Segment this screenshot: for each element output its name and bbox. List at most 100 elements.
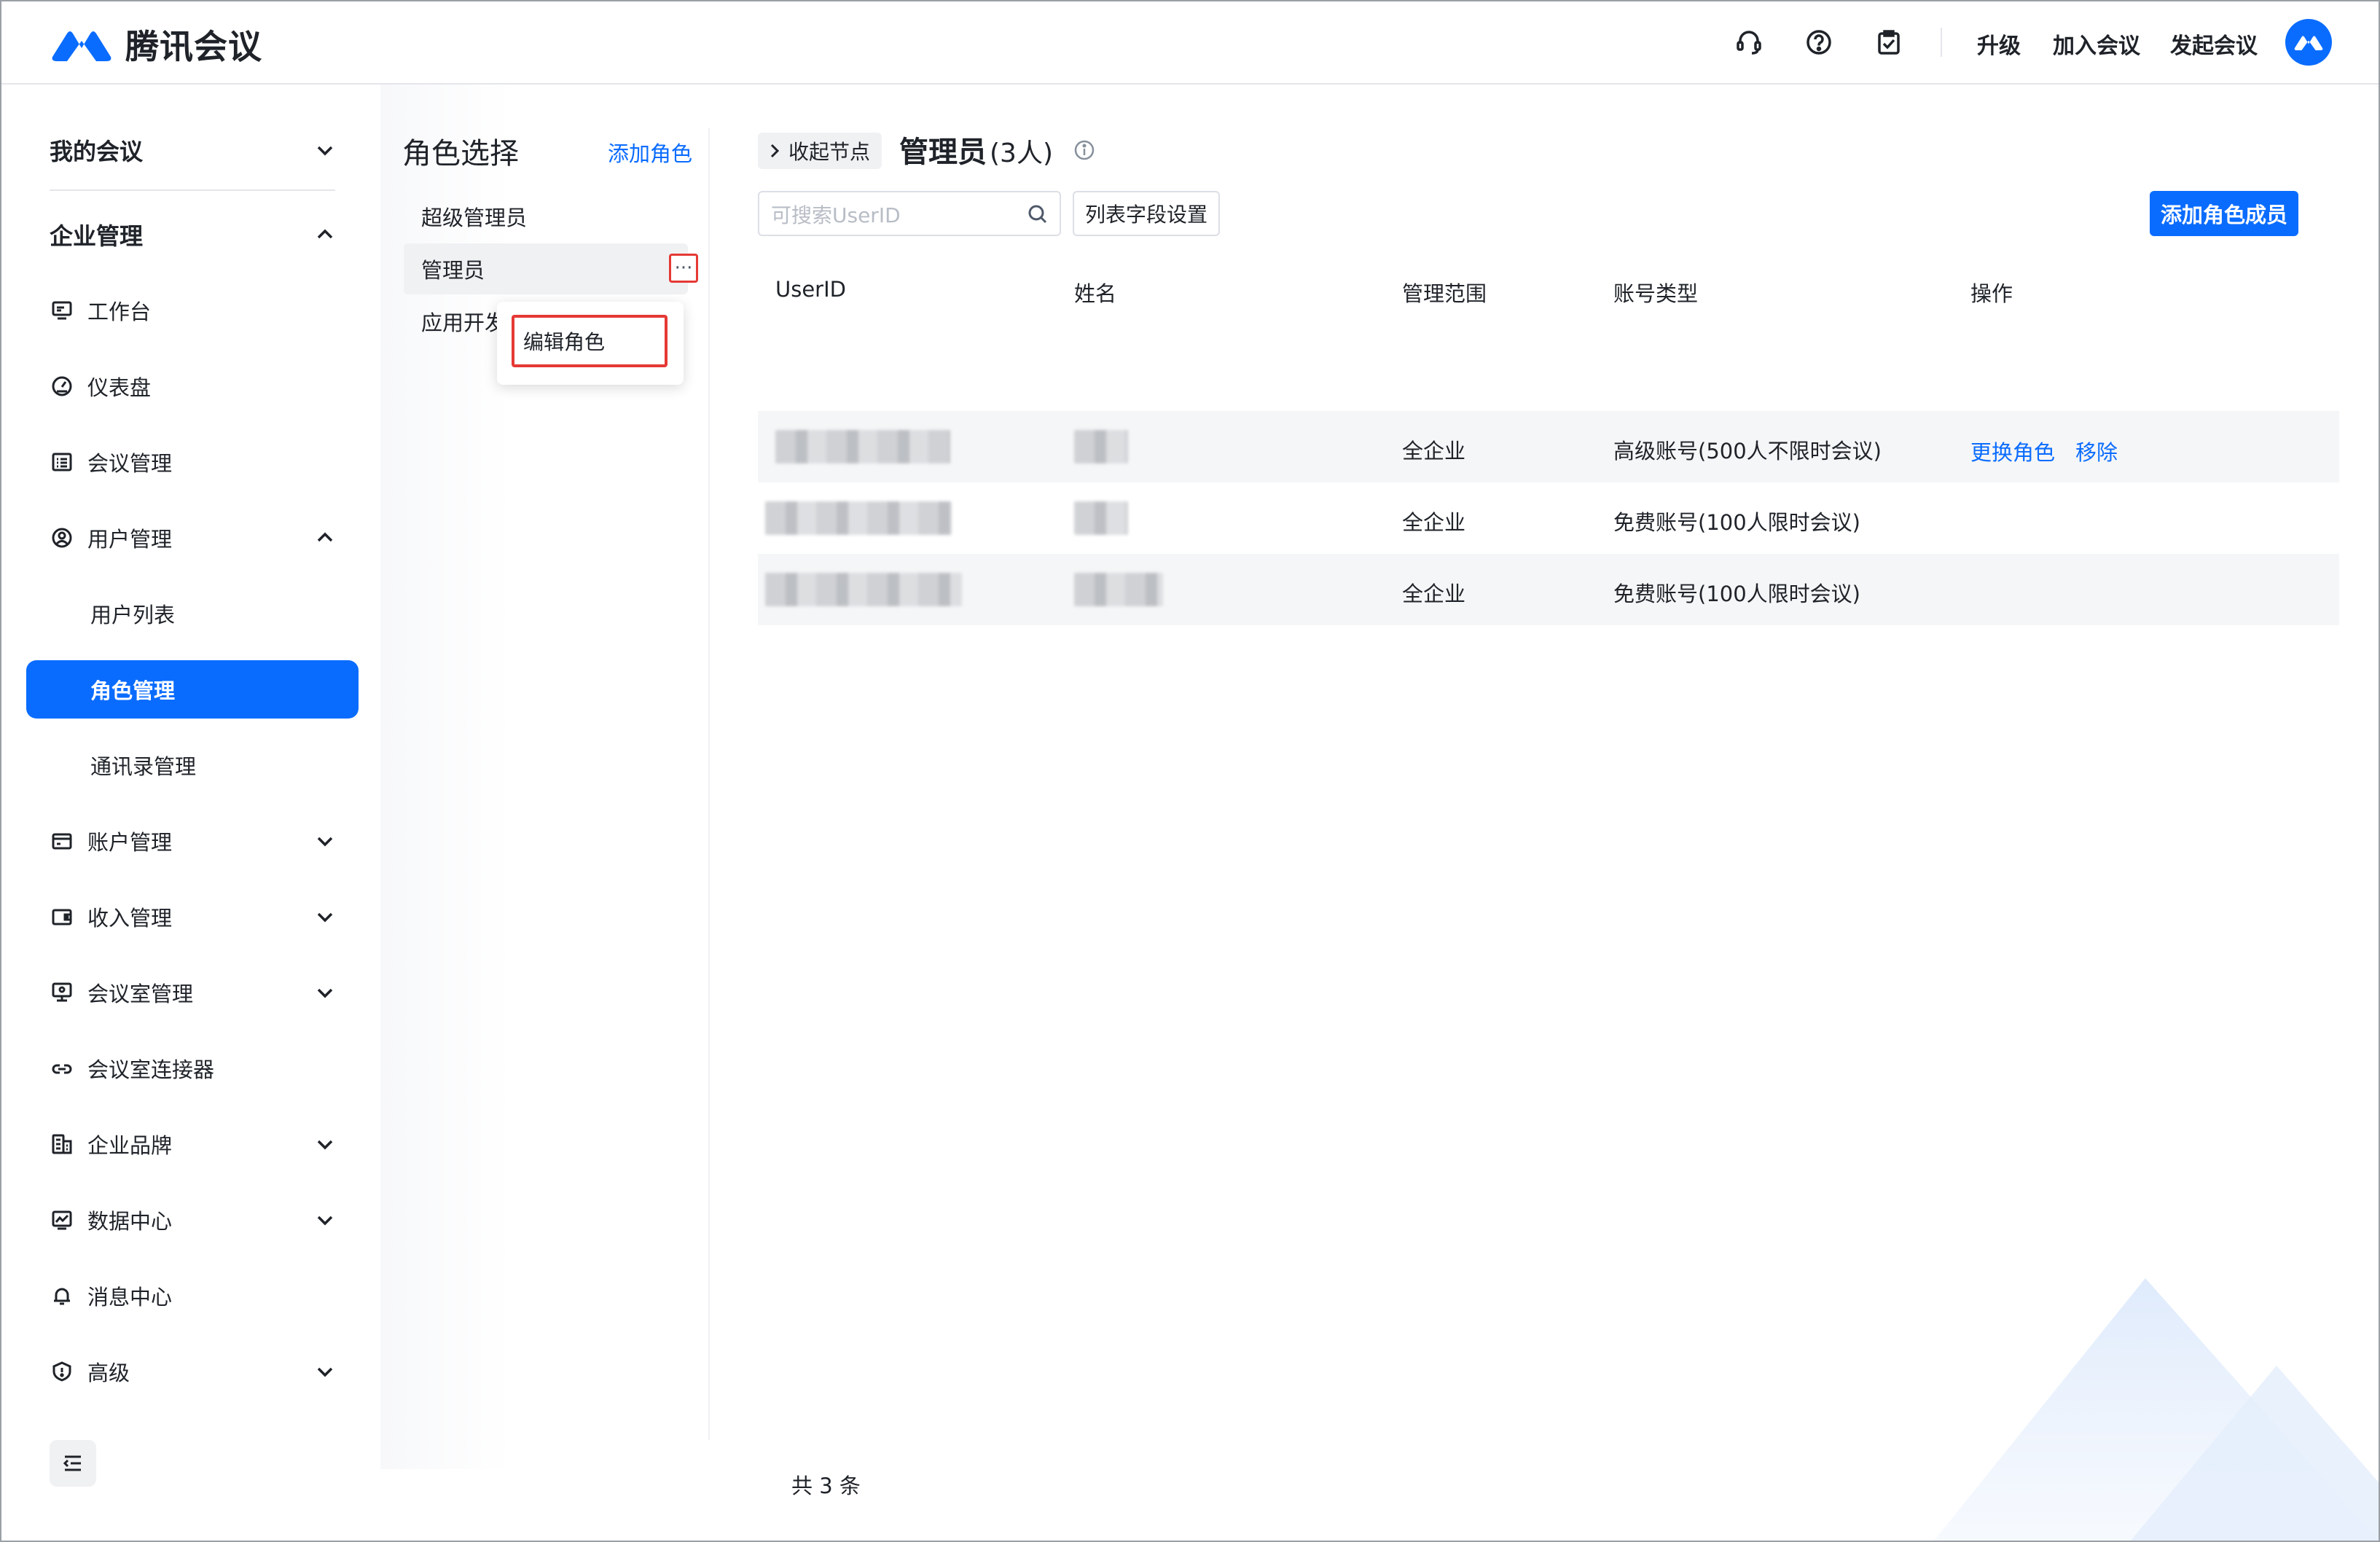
sidebar-item-label: 高级	[87, 1361, 130, 1385]
sidebar-item-label: 会议室管理	[87, 982, 194, 1006]
sidebar-item-label: 数据中心	[87, 1209, 173, 1234]
total-count: 共 3 条	[791, 1473, 861, 1498]
role-name: 管理员	[899, 136, 987, 169]
search-input[interactable]	[770, 200, 1020, 230]
collapse-node-button[interactable]: 收起节点	[758, 133, 882, 169]
sidebar-item-label: 用户管理	[87, 527, 173, 552]
cell-account-type: 高级账号(500人不限时会议)	[1613, 439, 1882, 463]
sidebar-item-dashboard[interactable]: 仪表盘	[26, 357, 359, 415]
sidebar-item-label: 工作台	[87, 300, 152, 324]
chevron-up-icon	[317, 532, 333, 542]
sidebar-item-my-meetings[interactable]: 我的会议	[26, 121, 359, 179]
cell-scope: 全企业	[1402, 439, 1466, 463]
sidebar-item-room-management[interactable]: 会议室管理	[26, 963, 359, 1022]
clipboard-icon[interactable]	[1871, 25, 1906, 60]
search-box	[758, 191, 1061, 236]
help-icon[interactable]	[1801, 25, 1836, 60]
sidebar-item-account-management[interactable]: 账户管理	[26, 812, 359, 870]
logo[interactable]: 腾讯会议	[48, 20, 262, 69]
column-settings-button[interactable]: 列表字段设置	[1073, 191, 1220, 236]
shield-icon	[50, 1359, 74, 1384]
sidebar-item-data-center[interactable]: 数据中心	[26, 1191, 359, 1249]
info-icon[interactable]	[1073, 138, 1096, 162]
room-screen-icon	[50, 980, 74, 1005]
role-item-admin[interactable]: 管理员 ···	[404, 243, 698, 294]
chevron-down-icon	[317, 146, 333, 156]
role-context-menu: 编辑角色	[497, 302, 684, 385]
search-icon[interactable]	[1026, 203, 1049, 226]
sidebar-item-enterprise[interactable]: 企业管理	[26, 206, 359, 264]
upgrade-link[interactable]: 升级	[1977, 28, 2021, 60]
sidebar-item-user-list[interactable]: 用户列表	[26, 584, 359, 643]
sidebar-item-contacts-management[interactable]: 通讯录管理	[26, 736, 359, 794]
redacted-userid	[765, 573, 962, 606]
column-header-scope: 管理范围	[1402, 281, 1487, 306]
join-meeting-link[interactable]: 加入会议	[2053, 28, 2140, 60]
main-content: 收起节点 管理员 (3人) 列表字段设置 添加角色成员 UserID 姓名 管理…	[730, 85, 2379, 1541]
sidebar-item-label: 企业管理	[50, 222, 144, 250]
role-item-label: 管理员	[421, 258, 485, 283]
tencent-meeting-logo-icon	[52, 31, 111, 61]
table-row[interactable]: 全企业 免费账号(100人限时会议)	[758, 554, 2339, 625]
more-options-button[interactable]: ···	[669, 254, 698, 283]
list-icon	[50, 450, 74, 474]
change-role-link[interactable]: 更换角色	[1970, 436, 2055, 466]
cell-account-type: 免费账号(100人限时会议)	[1613, 582, 1860, 606]
headset-icon[interactable]	[1731, 25, 1766, 60]
chevron-down-icon	[317, 912, 333, 923]
add-role-link[interactable]: 添加角色	[608, 137, 692, 168]
top-header: 腾讯会议 升级 加入会议 发起会议	[1, 1, 2379, 85]
role-panel-title: 角色选择	[402, 137, 519, 171]
redacted-name	[1074, 430, 1128, 463]
sidebar-item-income-management[interactable]: 收入管理	[26, 888, 359, 946]
sidebar-item-label: 通讯录管理	[90, 754, 197, 779]
gauge-icon	[50, 374, 74, 399]
sidebar-item-enterprise-brand[interactable]: 企业品牌	[26, 1115, 359, 1173]
sidebar-item-workbench[interactable]: 工作台	[26, 281, 359, 340]
add-role-member-button[interactable]: 添加角色成员	[2150, 191, 2298, 236]
brand-name: 腾讯会议	[125, 27, 262, 66]
start-meeting-link[interactable]: 发起会议	[2170, 28, 2258, 60]
cell-account-type: 免费账号(100人限时会议)	[1613, 510, 1860, 535]
column-header-userid: UserID	[775, 277, 846, 302]
user-circle-icon	[50, 525, 74, 550]
redacted-userid	[765, 501, 952, 535]
chevron-down-icon	[317, 1216, 333, 1226]
chevron-down-icon	[317, 988, 333, 998]
redacted-name	[1074, 573, 1163, 606]
app-window: 腾讯会议 升级 加入会议 发起会议 我的会议 企业管理 工作台 仪表盘 会议管理…	[0, 0, 2380, 1542]
edit-role-menu-item[interactable]: 编辑角色	[512, 315, 668, 367]
sidebar-item-label: 企业品牌	[87, 1133, 173, 1158]
sidebar-item-message-center[interactable]: 消息中心	[26, 1267, 359, 1325]
collapse-sidebar-button[interactable]	[50, 1440, 96, 1487]
page-title: 管理员 (3人)	[899, 128, 1053, 171]
sidebar-item-label: 会议室连接器	[87, 1057, 215, 1082]
column-header-actions: 操作	[1970, 281, 2013, 306]
edit-role-label: 编辑角色	[523, 330, 606, 354]
sidebar-item-advanced[interactable]: 高级	[26, 1342, 359, 1401]
cell-scope: 全企业	[1402, 582, 1466, 606]
table-row[interactable]: 全企业 免费账号(100人限时会议)	[758, 482, 2339, 554]
cell-scope: 全企业	[1402, 510, 1466, 535]
ellipsis-icon: ···	[674, 257, 693, 279]
building-icon	[50, 1132, 74, 1156]
sidebar-item-label: 收入管理	[87, 906, 173, 931]
link-icon	[50, 1056, 74, 1081]
header-divider	[1941, 28, 1942, 57]
redacted-name	[1074, 501, 1128, 535]
sidebar-item-role-management[interactable]: 角色管理	[26, 660, 359, 719]
sidebar-item-meeting-management[interactable]: 会议管理	[26, 433, 359, 491]
wallet-icon	[50, 904, 74, 929]
sidebar-item-room-connector[interactable]: 会议室连接器	[26, 1039, 359, 1097]
remove-link[interactable]: 移除	[2075, 436, 2118, 466]
role-item-super-admin[interactable]: 超级管理员	[404, 191, 688, 242]
table-row[interactable]: 全企业 高级账号(500人不限时会议) 更换角色 移除	[758, 411, 2339, 482]
sidebar-item-user-management[interactable]: 用户管理	[26, 509, 359, 567]
bell-icon	[50, 1283, 74, 1308]
chevron-down-icon	[317, 837, 333, 847]
chevron-right-icon	[770, 144, 780, 158]
avatar[interactable]	[2285, 19, 2332, 66]
column-header-name: 姓名	[1074, 281, 1117, 306]
chevron-down-icon	[317, 1367, 333, 1377]
chart-icon	[50, 1208, 74, 1232]
